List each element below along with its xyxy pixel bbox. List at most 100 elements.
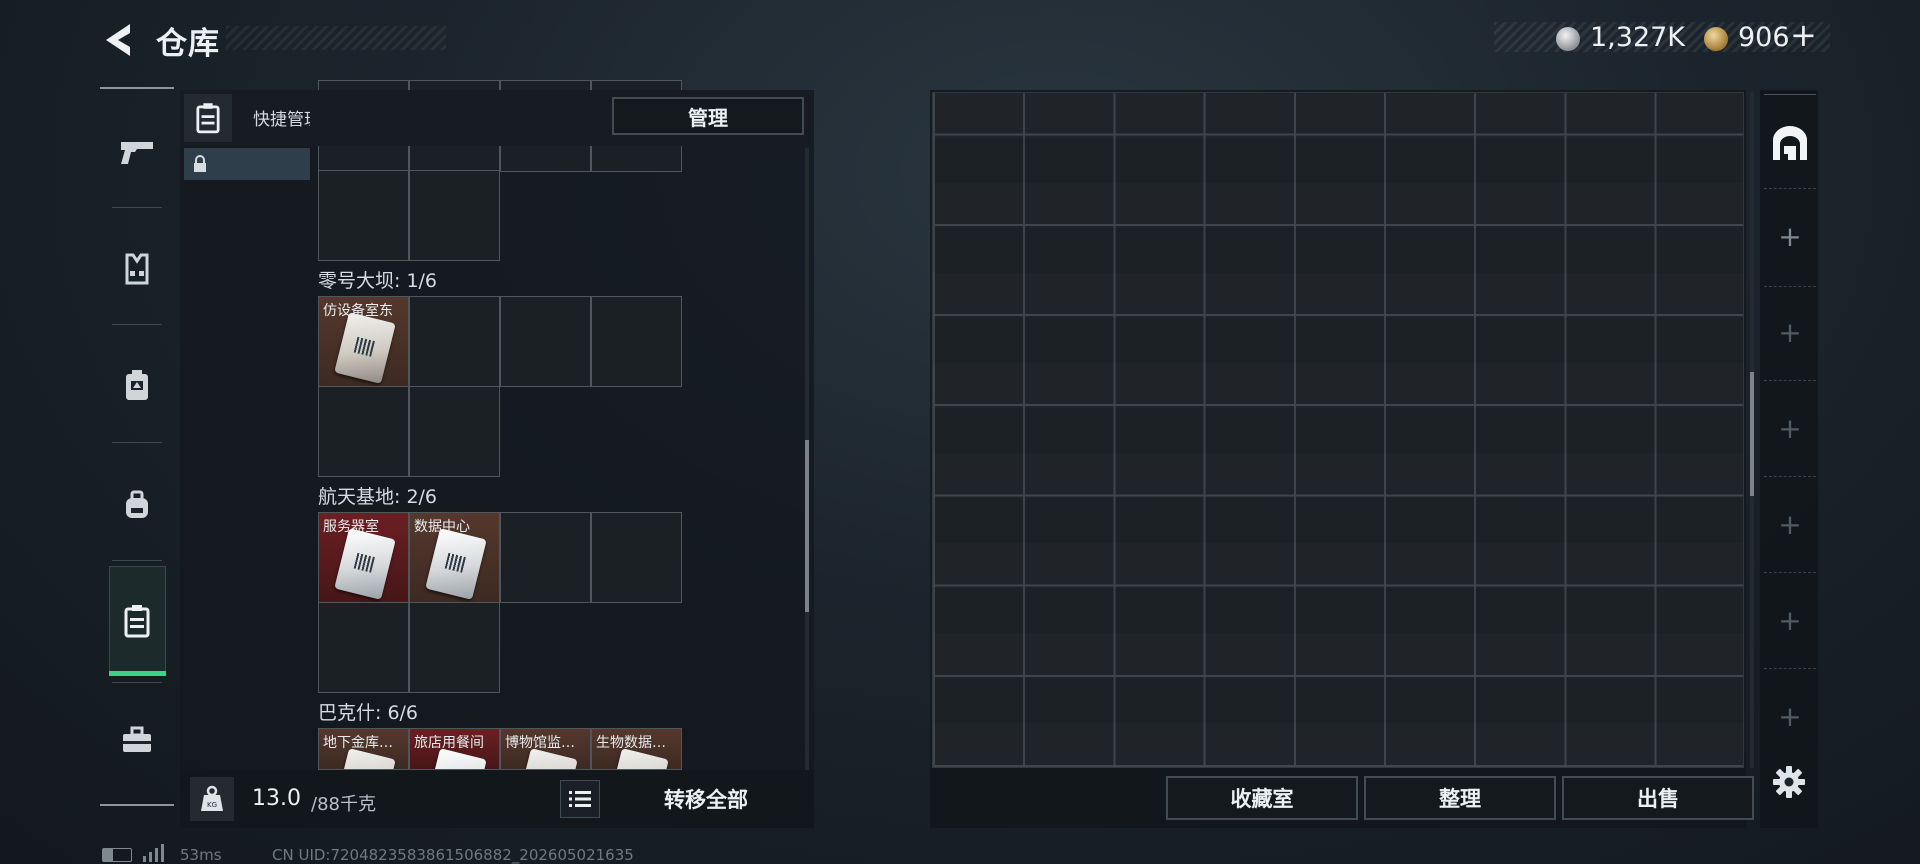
gold-coin-icon xyxy=(1704,27,1728,51)
weight-max: /88千克 xyxy=(311,794,376,815)
keycard-image xyxy=(425,528,487,600)
keycard-item[interactable]: 地下金库… xyxy=(318,728,409,770)
keycard-item[interactable]: 仿设备室东 xyxy=(318,296,409,387)
settings-button[interactable] xyxy=(1764,760,1814,804)
keycard-label: 地下金库… xyxy=(323,735,393,751)
add-stash-tab-button[interactable]: + xyxy=(1764,604,1816,637)
tab-divider xyxy=(1764,476,1816,477)
collection-room-button[interactable]: 收藏室 xyxy=(1166,776,1358,820)
add-stash-tab-button[interactable]: + xyxy=(1764,700,1816,733)
keycard-label: 服务器室 xyxy=(323,519,379,535)
keycard-label: 生物数据… xyxy=(596,735,666,751)
silver-coin-icon xyxy=(1556,27,1580,51)
toolbox-icon xyxy=(123,726,151,752)
sidebar-item-backpack[interactable] xyxy=(110,478,164,532)
stash-scrollbar-thumb[interactable] xyxy=(1750,372,1754,496)
keycard-label: 仿设备室东 xyxy=(323,303,393,319)
signal-icon xyxy=(143,844,164,862)
add-stash-tab-button[interactable]: + xyxy=(1764,220,1816,253)
section-title: 航天基地: 2/6 xyxy=(318,486,438,508)
keycard-icon xyxy=(196,103,220,134)
keycard-slot-empty[interactable] xyxy=(591,296,682,387)
keycard-slot-empty[interactable] xyxy=(409,170,500,261)
keycard-slot-empty[interactable] xyxy=(318,170,409,261)
gear-icon xyxy=(1773,766,1805,798)
svg-text:KG: KG xyxy=(207,801,217,809)
stash-grid-shading xyxy=(933,93,1743,767)
user-uid: CN UID:7204823583861506882_202605021635 xyxy=(272,846,634,864)
keycard-slot-empty[interactable] xyxy=(409,386,500,477)
backpack-icon xyxy=(126,490,148,518)
keycard-slot-empty[interactable] xyxy=(409,296,500,387)
rail-divider xyxy=(112,682,162,683)
keycard-scrollbar-thumb[interactable] xyxy=(805,440,809,612)
battery-icon xyxy=(102,848,132,862)
keycard-item[interactable]: 旅店用餐间 xyxy=(409,728,500,770)
add-stash-tab-button[interactable]: + xyxy=(1764,412,1816,445)
chest-rig-icon xyxy=(126,370,148,400)
keycard-slot-empty[interactable] xyxy=(500,296,591,387)
keycard-slot-empty[interactable] xyxy=(500,512,591,603)
list-view-button[interactable] xyxy=(560,780,600,818)
keycard-icon xyxy=(124,605,150,638)
sidebar-item-armor[interactable] xyxy=(110,242,164,296)
back-arrow-icon[interactable] xyxy=(100,20,136,60)
stash-tab-top-line xyxy=(1764,94,1816,95)
ping-value: 53ms xyxy=(180,846,222,864)
weight-current: 13.0 xyxy=(252,786,301,811)
keycard-header-icon xyxy=(184,94,232,142)
stash-tab-main[interactable] xyxy=(1764,118,1816,168)
rail-bottom-line xyxy=(100,804,174,806)
rail-divider xyxy=(112,560,162,561)
keycard-image xyxy=(334,528,396,600)
sell-button[interactable]: 出售 xyxy=(1562,776,1754,820)
rail-divider xyxy=(112,324,162,325)
add-currency-button[interactable]: + xyxy=(1790,16,1817,54)
silver-currency-value: 1,327K xyxy=(1590,22,1686,53)
stash-grid[interactable] xyxy=(932,92,1744,768)
vest-icon xyxy=(125,253,149,285)
sidebar-item-keycards[interactable] xyxy=(110,594,164,648)
locked-filter-tab[interactable] xyxy=(184,148,310,180)
active-indicator xyxy=(109,671,166,676)
add-stash-tab-button[interactable]: + xyxy=(1764,316,1816,349)
keycard-item[interactable]: 服务器室 xyxy=(318,512,409,603)
lock-icon xyxy=(194,155,206,172)
section-title: 巴克什: 6/6 xyxy=(318,702,419,724)
add-stash-tab-button[interactable]: + xyxy=(1764,508,1816,541)
pistol-icon xyxy=(121,142,153,164)
sidebar-item-tools[interactable] xyxy=(110,713,164,767)
sidebar-item-chest-rig[interactable] xyxy=(110,358,164,412)
keycard-image xyxy=(334,312,396,384)
keycard-item[interactable]: 博物馆监… xyxy=(500,728,591,770)
weight-icon-box: KG xyxy=(190,777,234,821)
keycard-item[interactable]: 数据中心 xyxy=(409,512,500,603)
rail-divider xyxy=(112,207,162,208)
tab-divider xyxy=(1764,572,1816,573)
keycard-slot-empty[interactable] xyxy=(591,512,682,603)
keycard-label: 旅店用餐间 xyxy=(414,735,484,751)
tab-divider xyxy=(1764,380,1816,381)
tab-divider xyxy=(1764,668,1816,669)
keycard-slot-empty[interactable] xyxy=(409,602,500,693)
keycard-slot-empty[interactable] xyxy=(318,602,409,693)
rail-top-line xyxy=(100,87,174,89)
rail-divider xyxy=(112,442,162,443)
page-title: 仓库 xyxy=(156,26,220,62)
sort-button[interactable]: 整理 xyxy=(1364,776,1556,820)
weight-icon: KG xyxy=(201,785,223,811)
transfer-all-button[interactable]: 转移全部 xyxy=(626,784,786,814)
tab-divider xyxy=(1764,286,1816,287)
keycard-label: 博物馆监… xyxy=(505,735,575,751)
gold-currency-value: 906 xyxy=(1738,22,1790,53)
keycard-label: 数据中心 xyxy=(414,519,470,535)
title-decoration xyxy=(226,26,446,50)
sidebar-item-weapons[interactable] xyxy=(110,125,164,179)
stash-house-icon xyxy=(1773,126,1807,160)
manage-button[interactable]: 管理 xyxy=(612,97,804,135)
tab-divider xyxy=(1764,188,1816,189)
list-icon xyxy=(569,791,591,807)
keycard-slot-empty[interactable] xyxy=(318,386,409,477)
section-title: 零号大坝: 1/6 xyxy=(318,270,438,292)
keycard-item[interactable]: 生物数据… xyxy=(591,728,682,770)
